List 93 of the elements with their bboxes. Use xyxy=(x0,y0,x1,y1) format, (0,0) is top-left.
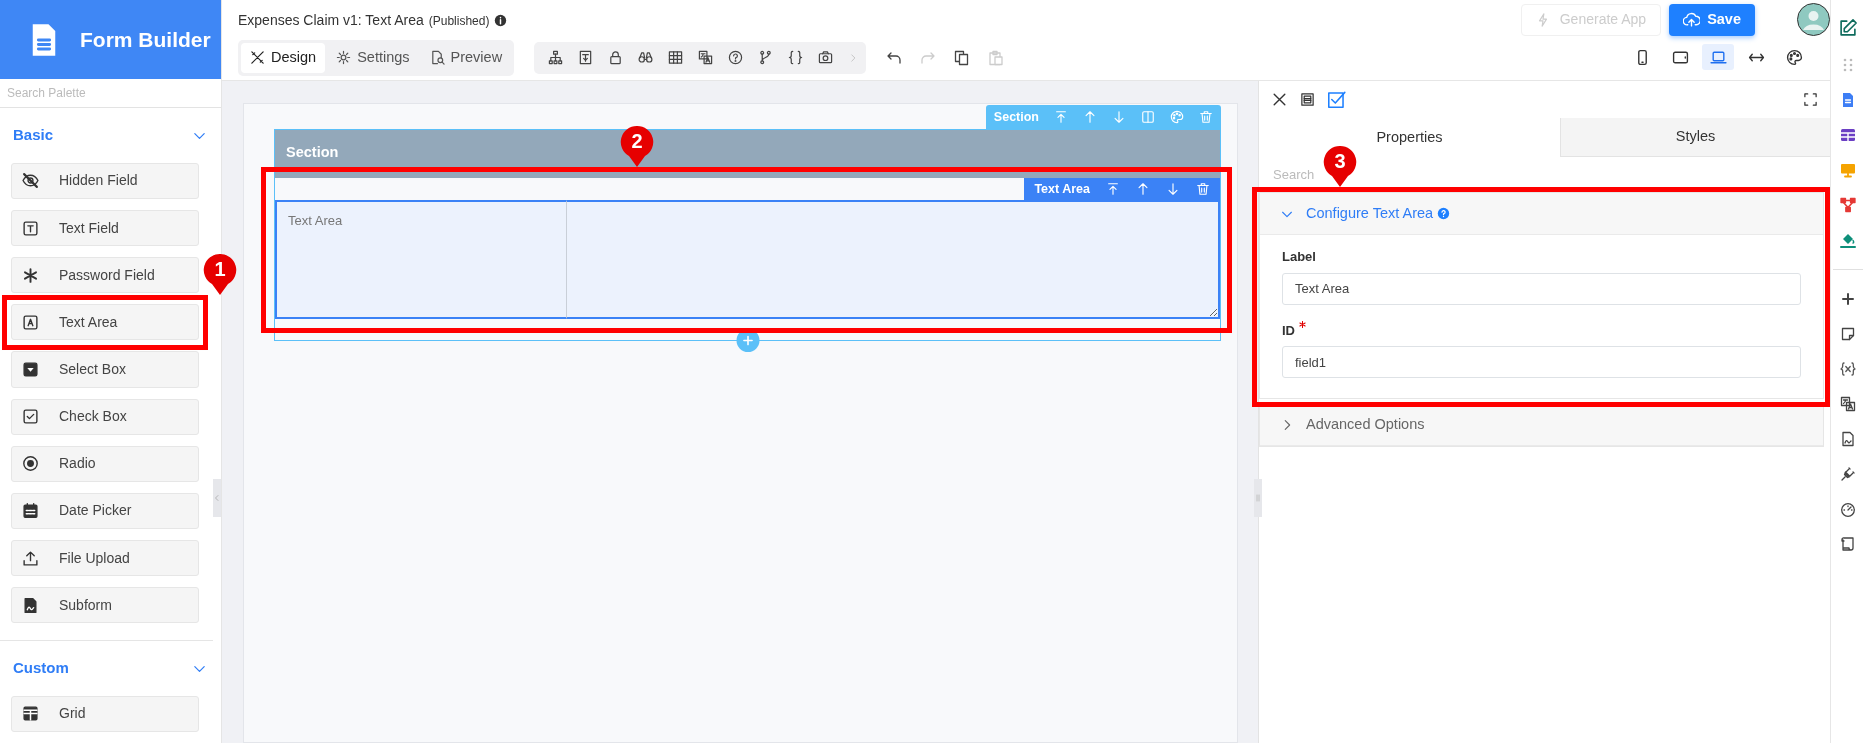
grid-icon xyxy=(22,705,39,723)
palette-item[interactable]: Password Field xyxy=(11,257,199,294)
paint-bucket-icon[interactable] xyxy=(1839,232,1856,248)
image-file-icon[interactable] xyxy=(1839,431,1856,447)
select-icon xyxy=(22,361,39,378)
branch-icon[interactable] xyxy=(758,50,774,66)
camera-icon[interactable] xyxy=(818,50,834,66)
form-icon[interactable] xyxy=(578,50,594,66)
plus-icon xyxy=(741,334,754,347)
palette-item[interactable]: Hidden Field xyxy=(11,162,199,200)
plus-icon[interactable] xyxy=(1839,291,1856,307)
design-icon xyxy=(250,50,265,66)
plug-icon[interactable] xyxy=(1839,466,1856,482)
callout-marker: 2 xyxy=(619,125,655,168)
palette-item[interactable]: Date Picker xyxy=(11,492,199,529)
app-title: Form Builder xyxy=(80,26,211,53)
palette-item[interactable]: Text Area xyxy=(11,304,199,341)
mode-tab[interactable]: Preview xyxy=(420,43,512,73)
diagram-icon[interactable] xyxy=(1839,197,1856,213)
binoculars-icon[interactable] xyxy=(638,50,654,66)
callout-marker: 1 xyxy=(202,253,238,297)
table-icon[interactable] xyxy=(1839,127,1856,143)
lock-icon[interactable] xyxy=(608,50,624,66)
info-icon xyxy=(494,14,508,27)
form-title: Expenses Claim v1: Text Area xyxy=(238,11,424,30)
note-icon[interactable] xyxy=(1839,326,1856,342)
move-top-icon[interactable] xyxy=(1106,182,1120,196)
arrow-up-icon[interactable] xyxy=(1136,182,1150,196)
translate-icon[interactable] xyxy=(698,50,714,66)
checkbox-icon[interactable] xyxy=(1327,90,1346,109)
palette-item[interactable]: Check Box xyxy=(11,398,199,435)
field-label: Text Area xyxy=(275,200,566,319)
table-icon[interactable] xyxy=(668,50,684,66)
laptop-icon xyxy=(1709,48,1727,66)
form-icon[interactable] xyxy=(1300,92,1315,107)
palette-item[interactable]: Radio xyxy=(11,445,199,482)
avatar[interactable] xyxy=(1797,3,1830,36)
save-button[interactable]: Save xyxy=(1669,3,1755,36)
trash-icon[interactable] xyxy=(1196,182,1210,196)
palette-item[interactable]: Text Field xyxy=(11,210,199,247)
text-input[interactable]: Text Area xyxy=(1282,272,1801,305)
help-icon xyxy=(1437,207,1451,220)
textarea-icon xyxy=(22,313,39,331)
group-title[interactable]: Custom xyxy=(13,657,69,680)
subform-icon xyxy=(22,596,39,614)
section-title: Section xyxy=(286,144,339,160)
toolbar-label: Text Area xyxy=(1034,180,1090,198)
braces-icon[interactable] xyxy=(788,50,804,66)
mode-tab[interactable]: Design xyxy=(241,43,326,73)
translate-icon[interactable] xyxy=(1839,396,1856,412)
field-label: ID xyxy=(1282,321,1295,340)
radio-icon xyxy=(22,455,39,473)
field-label: Label xyxy=(1282,248,1316,266)
palette-item[interactable]: Subform xyxy=(11,587,199,624)
help-icon[interactable] xyxy=(728,50,744,66)
text-input[interactable]: field1 xyxy=(1282,346,1801,378)
hierarchy-icon[interactable] xyxy=(548,50,564,66)
text-area-field[interactable] xyxy=(566,200,1220,319)
group-title[interactable]: Basic xyxy=(13,124,54,147)
palette-item[interactable]: File Upload xyxy=(11,540,199,577)
password-icon xyxy=(22,266,39,284)
scroll-icon[interactable] xyxy=(1839,536,1856,552)
mode-tab[interactable]: Settings xyxy=(327,43,419,73)
panel-header[interactable]: Configure Text Area xyxy=(1260,193,1823,235)
palette-item[interactable]: Select Box xyxy=(11,351,199,388)
date-icon xyxy=(22,502,39,520)
arrow-down-icon[interactable] xyxy=(1166,182,1180,196)
hidden-icon xyxy=(22,172,39,190)
collapse-handle[interactable] xyxy=(213,479,221,517)
upload-icon xyxy=(22,549,39,567)
palette-item[interactable]: Grid xyxy=(11,695,199,733)
close-icon[interactable] xyxy=(1271,91,1288,108)
expand-icon[interactable] xyxy=(1803,92,1818,107)
grip-icon xyxy=(1254,494,1262,502)
tablet-icon xyxy=(1671,48,1689,66)
settings-icon xyxy=(336,50,352,66)
toolbar-label: Section xyxy=(993,108,1039,126)
panel-tab[interactable]: Styles xyxy=(1560,118,1830,157)
panel-header[interactable]: Advanced Options xyxy=(1260,404,1823,446)
status-label: (Published) xyxy=(428,12,490,30)
edit-icon[interactable] xyxy=(1837,18,1858,38)
text-icon xyxy=(22,219,39,237)
variable-icon[interactable] xyxy=(1839,361,1856,377)
checkbox-icon xyxy=(22,408,39,426)
cloud-upload-icon xyxy=(1683,11,1701,28)
gauge-icon[interactable] xyxy=(1839,501,1856,517)
preview-icon xyxy=(429,50,445,66)
laptop-view-button[interactable] xyxy=(1702,44,1734,70)
chevron-icon xyxy=(213,494,221,502)
callout-marker: 3 xyxy=(1322,145,1358,188)
resize-handle[interactable] xyxy=(1254,479,1262,517)
copy-icon[interactable] xyxy=(954,49,971,66)
palette-icon xyxy=(1785,48,1803,66)
